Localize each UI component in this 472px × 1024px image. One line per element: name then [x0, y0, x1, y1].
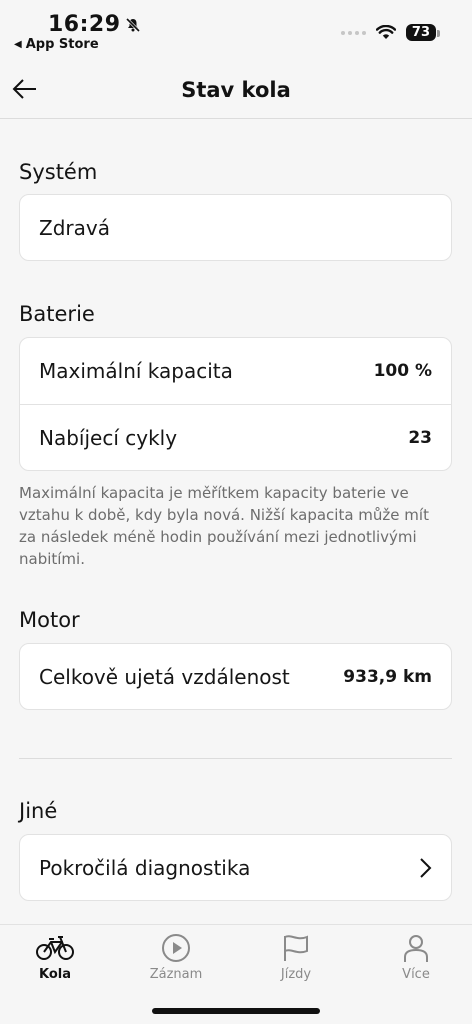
charge-cycles-value: 23 — [408, 428, 432, 448]
max-capacity-row: Maximální kapacita 100 % — [20, 338, 451, 404]
charge-cycles-label: Nabíjecí cykly — [39, 426, 178, 450]
bell-slash-icon — [125, 17, 140, 32]
tab-vice[interactable]: Více — [366, 933, 466, 982]
cellular-signal-icon — [340, 30, 366, 35]
back-to-app[interactable]: ◀ App Store — [14, 37, 99, 52]
wifi-icon — [375, 25, 396, 39]
status-time: 16:29 — [48, 12, 141, 37]
tab-kola[interactable]: Kola — [5, 933, 105, 982]
motor-card: Celkově ujetá vzdálenost 933,9 km — [19, 643, 452, 710]
other-card: Pokročilá diagnostika — [19, 834, 452, 901]
advanced-diagnostics-label: Pokročilá diagnostika — [39, 855, 251, 880]
tab-kola-label: Kola — [38, 967, 71, 982]
nav-header: Stav kola — [0, 62, 472, 119]
screen: 16:29 ◀ App Store 73 Stav kola Systém Zd… — [0, 0, 472, 1024]
bike-icon — [36, 936, 74, 960]
total-distance-row: Celkově ujetá vzdálenost 933,9 km — [20, 644, 451, 709]
max-capacity-label: Maximální kapacita — [39, 359, 233, 383]
charge-cycles-row: Nabíjecí cykly 23 — [20, 404, 451, 471]
battery-description: Maximální kapacita je měřítkem kapacity … — [19, 484, 429, 568]
page-title: Stav kola — [181, 78, 291, 102]
battery-indicator: 73 — [405, 24, 441, 41]
section-divider — [19, 758, 452, 759]
system-card: Zdravá — [19, 194, 452, 261]
tab-zaznam[interactable]: Záznam — [126, 933, 226, 982]
advanced-diagnostics-row[interactable]: Pokročilá diagnostika — [20, 835, 451, 900]
system-heading: Systém — [19, 160, 98, 184]
status-time-text: 16:29 — [48, 12, 121, 37]
home-indicator — [152, 1008, 320, 1014]
battery-heading: Baterie — [19, 302, 95, 326]
play-icon — [162, 934, 190, 962]
tab-jizdy-label: Jízdy — [280, 967, 312, 982]
status-indicators: 73 — [340, 24, 441, 41]
other-heading: Jiné — [19, 799, 58, 823]
chevron-right-icon — [420, 857, 432, 878]
back-app-label: App Store — [25, 37, 99, 52]
battery-card: Maximální kapacita 100 % Nabíjecí cykly … — [19, 337, 452, 471]
max-capacity-value: 100 % — [373, 361, 432, 381]
person-icon — [404, 935, 428, 962]
total-distance-label: Celkově ujetá vzdálenost — [39, 664, 290, 689]
flag-icon — [284, 935, 308, 961]
system-status-row: Zdravá — [20, 195, 451, 260]
system-status-label: Zdravá — [39, 215, 110, 240]
tab-vice-label: Více — [402, 967, 430, 982]
tab-zaznam-label: Záznam — [149, 967, 203, 982]
motor-heading: Motor — [19, 608, 80, 632]
total-distance-value: 933,9 km — [343, 666, 432, 687]
back-triangle-icon: ◀ — [14, 39, 22, 50]
tab-jizdy[interactable]: Jízdy — [246, 933, 346, 982]
